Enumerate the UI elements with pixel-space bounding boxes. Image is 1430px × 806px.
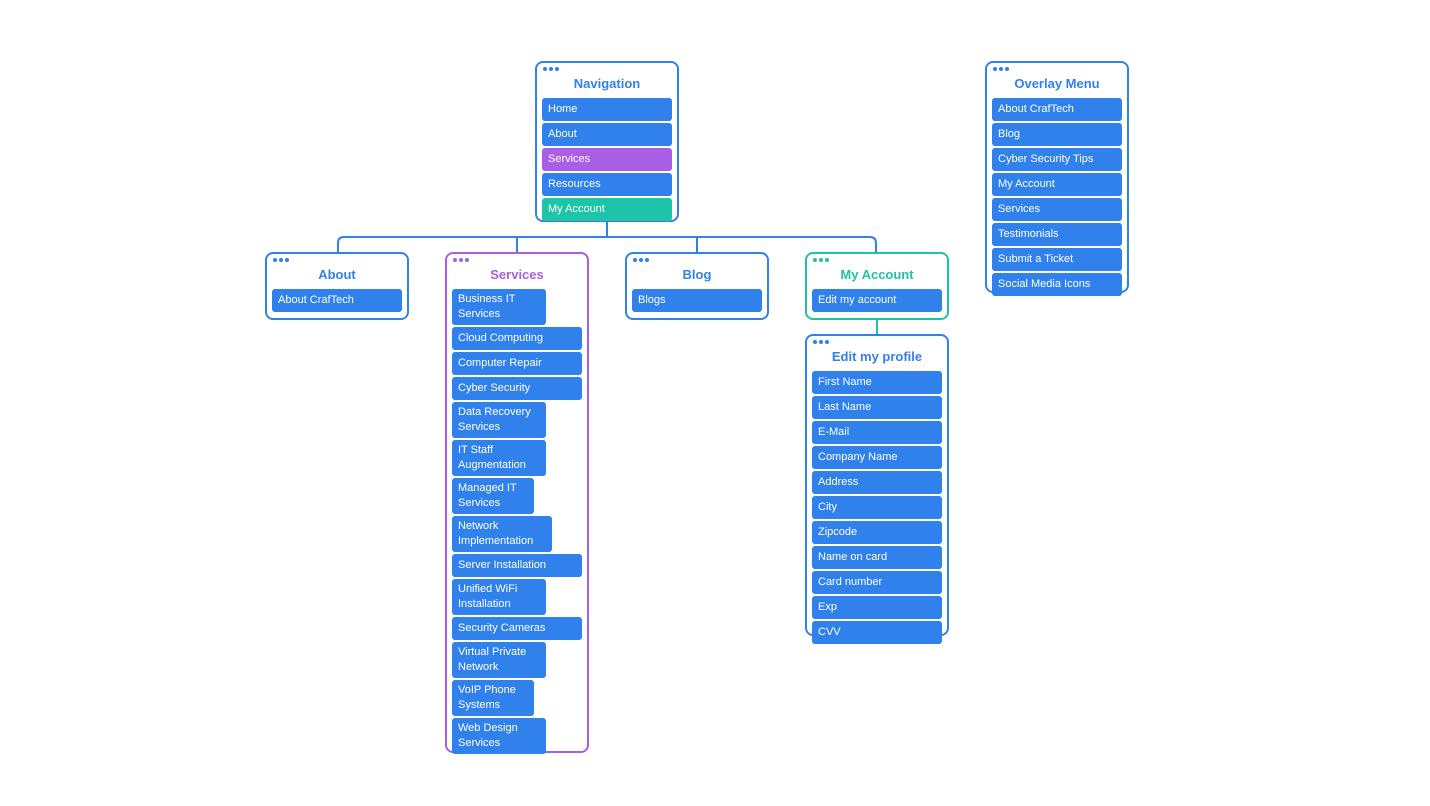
nav-item-about[interactable]: About xyxy=(542,123,672,146)
profile-field-item[interactable]: Company Name xyxy=(812,446,942,469)
card-title: Overlay Menu xyxy=(1014,76,1100,91)
card-title: About xyxy=(318,267,356,282)
profile-field-item[interactable]: First Name xyxy=(812,371,942,394)
profile-field-item[interactable]: Card number xyxy=(812,571,942,594)
more-options-icon[interactable] xyxy=(453,258,469,262)
connector-lines xyxy=(337,221,878,335)
edit-profile-items: First Name Last Name E-Mail Company Name… xyxy=(812,371,942,644)
overlay-item[interactable]: Social Media Icons xyxy=(992,273,1122,296)
overlay-item[interactable]: About CrafTech xyxy=(992,98,1122,121)
card-services: Services Business IT Services Cloud Comp… xyxy=(445,252,589,754)
services-item[interactable]: Web Design Services xyxy=(452,718,546,754)
card-title: My Account xyxy=(840,267,914,282)
my-account-item[interactable]: Edit my account xyxy=(812,289,942,312)
services-item[interactable]: Virtual Private Network xyxy=(452,642,546,678)
profile-field-item[interactable]: Exp xyxy=(812,596,942,619)
overlay-item[interactable]: Blog xyxy=(992,123,1122,146)
services-items: Business IT Services Cloud Computing Com… xyxy=(452,289,582,754)
nav-item-home[interactable]: Home xyxy=(542,98,672,121)
about-items: About CrafTech xyxy=(272,289,402,312)
more-options-icon[interactable] xyxy=(633,258,649,262)
services-item[interactable]: Data Recovery Services xyxy=(452,402,546,438)
card-title: Blog xyxy=(682,267,712,282)
overlay-item[interactable]: My Account xyxy=(992,173,1122,196)
services-item[interactable]: Cloud Computing xyxy=(452,327,582,350)
services-item[interactable]: Server Installation xyxy=(452,554,582,577)
services-item[interactable]: VoIP Phone Systems xyxy=(452,680,534,716)
profile-field-item[interactable]: Address xyxy=(812,471,942,494)
card-title: Services xyxy=(490,267,544,282)
about-item[interactable]: About CrafTech xyxy=(272,289,402,312)
services-item[interactable]: Security Cameras xyxy=(452,617,582,640)
more-options-icon[interactable] xyxy=(813,258,829,262)
profile-field-item[interactable]: Last Name xyxy=(812,396,942,419)
services-item[interactable]: Network Implementation xyxy=(452,516,552,552)
overlay-item[interactable]: Cyber Security Tips xyxy=(992,148,1122,171)
services-item[interactable]: Business IT Services xyxy=(452,289,546,325)
blog-item[interactable]: Blogs xyxy=(632,289,762,312)
profile-field-item[interactable]: CVV xyxy=(812,621,942,644)
services-item[interactable]: IT Staff Augmentation xyxy=(452,440,546,476)
my-account-items: Edit my account xyxy=(812,289,942,312)
services-item[interactable]: Unified WiFi Installation xyxy=(452,579,546,615)
overlay-menu-items: About CrafTech Blog Cyber Security Tips … xyxy=(992,98,1122,296)
profile-field-item[interactable]: E-Mail xyxy=(812,421,942,444)
services-item[interactable]: Managed IT Services xyxy=(452,478,534,514)
more-options-icon[interactable] xyxy=(993,67,1009,71)
overlay-item[interactable]: Testimonials xyxy=(992,223,1122,246)
profile-field-item[interactable]: Name on card xyxy=(812,546,942,569)
more-options-icon[interactable] xyxy=(273,258,289,262)
overlay-item[interactable]: Submit a Ticket xyxy=(992,248,1122,271)
services-item[interactable]: Computer Repair xyxy=(452,352,582,375)
more-options-icon[interactable] xyxy=(543,67,559,71)
card-about: About About CrafTech xyxy=(265,252,409,320)
profile-field-item[interactable]: Zipcode xyxy=(812,521,942,544)
services-item[interactable]: Cyber Security xyxy=(452,377,582,400)
nav-item-resources[interactable]: Resources xyxy=(542,173,672,196)
card-title: Edit my profile xyxy=(831,349,923,364)
card-my-account: My Account Edit my account xyxy=(805,252,949,320)
blog-items: Blogs xyxy=(632,289,762,312)
card-overlay-menu: Overlay Menu About CrafTech Blog Cyber S… xyxy=(985,61,1129,296)
card-edit-profile: Edit my profile First Name Last Name E-M… xyxy=(805,334,949,644)
more-options-icon[interactable] xyxy=(813,340,829,344)
nav-item-my-account[interactable]: My Account xyxy=(542,198,672,221)
nav-items: Home About Services Resources My Account xyxy=(542,98,672,221)
card-blog: Blog Blogs xyxy=(625,252,769,320)
nav-item-services[interactable]: Services xyxy=(542,148,672,171)
connector-horizontal xyxy=(337,236,877,252)
card-title: Navigation xyxy=(573,76,641,91)
profile-field-item[interactable]: City xyxy=(812,496,942,519)
overlay-item[interactable]: Services xyxy=(992,198,1122,221)
card-navigation: Navigation Home About Services Resources… xyxy=(535,61,679,222)
